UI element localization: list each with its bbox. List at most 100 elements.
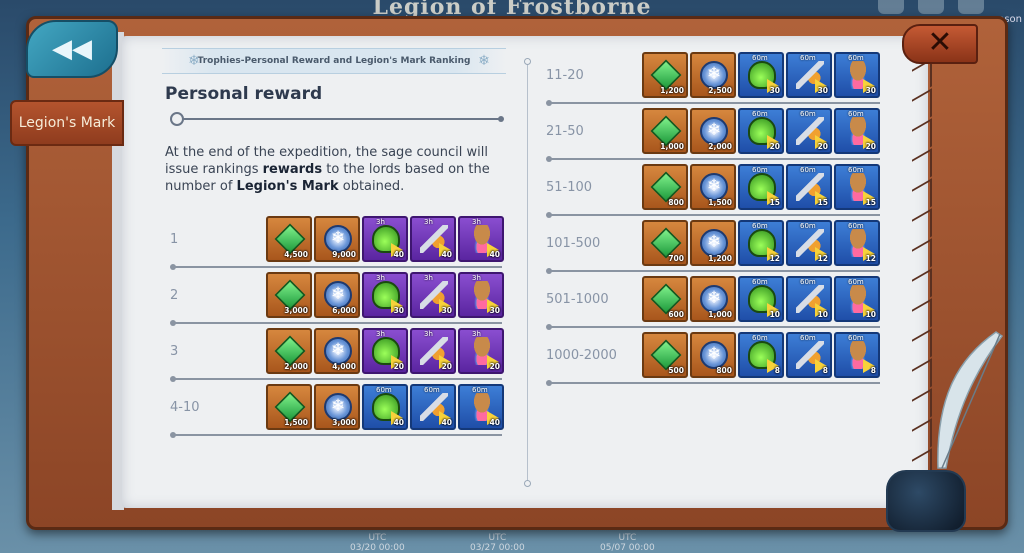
reward-item[interactable]: 600 — [642, 276, 688, 322]
reward-item[interactable]: 3h 30 — [410, 272, 456, 318]
row-divider — [170, 432, 502, 438]
reward-item[interactable]: 60m 10 — [834, 276, 880, 322]
reward-item[interactable]: 60m 30 — [834, 52, 880, 98]
quantity-label: 12 — [769, 254, 780, 263]
quantity-label: 6,000 — [332, 306, 356, 315]
reward-item[interactable]: 1,500 — [690, 164, 736, 210]
reward-item[interactable]: 3h 40 — [458, 216, 504, 262]
reward-item[interactable]: 3h 20 — [458, 328, 504, 374]
reward-item[interactable]: 9,000 — [314, 216, 360, 262]
quantity-label: 12 — [865, 254, 876, 263]
tab-legions-mark[interactable]: Legion's Mark — [10, 100, 124, 146]
reward-item[interactable]: 1,000 — [690, 276, 736, 322]
reward-item[interactable]: 60m 30 — [786, 52, 832, 98]
reward-item[interactable]: 500 — [642, 332, 688, 378]
quantity-label: 20 — [489, 362, 500, 371]
duration-label: 60m — [752, 278, 768, 286]
reward-item[interactable]: 6,000 — [314, 272, 360, 318]
ranking-row: 51-100 800 1,500 60m 15 60m 15 60m 15 — [546, 164, 882, 218]
top-menu-icon[interactable] — [958, 0, 984, 14]
reward-item[interactable]: 2,500 — [690, 52, 736, 98]
duration-label: 3h — [472, 330, 481, 338]
top-menu-icon[interactable] — [878, 0, 904, 14]
reward-item[interactable]: 60m 40 — [362, 384, 408, 430]
reward-item[interactable]: 800 — [642, 164, 688, 210]
reward-item[interactable]: 1,200 — [642, 52, 688, 98]
quantity-label: 40 — [441, 418, 452, 427]
quantity-label: 30 — [769, 86, 780, 95]
reward-item[interactable]: 60m 15 — [738, 164, 784, 210]
reward-item[interactable]: 60m 20 — [834, 108, 880, 154]
reward-item[interactable]: 800 — [690, 332, 736, 378]
duration-label: 60m — [424, 386, 440, 394]
rank-label: 101-500 — [546, 236, 601, 251]
reward-item[interactable]: 3,000 — [266, 272, 312, 318]
row-divider — [546, 100, 880, 106]
reward-item[interactable]: 60m 20 — [738, 108, 784, 154]
ranking-row: 1 4,500 9,000 3h 40 3h 40 3h 40 — [170, 216, 504, 270]
reward-item[interactable]: 3h 20 — [410, 328, 456, 374]
ranking-row: 4-10 1,500 3,000 60m 40 60m 40 60m 40 — [170, 384, 504, 438]
duration-label: 60m — [848, 334, 864, 342]
reward-item[interactable]: 2,000 — [266, 328, 312, 374]
reward-item[interactable]: 60m 30 — [738, 52, 784, 98]
duration-label: 60m — [752, 54, 768, 62]
reward-item[interactable]: 1,500 — [266, 384, 312, 430]
reward-item[interactable]: 60m 20 — [786, 108, 832, 154]
reward-items: 500 800 60m 8 60m 8 60m 8 — [642, 332, 880, 378]
reward-item[interactable]: 4,500 — [266, 216, 312, 262]
reward-item[interactable]: 3h 30 — [362, 272, 408, 318]
quantity-label: 40 — [489, 250, 500, 259]
reward-item[interactable]: 60m 10 — [738, 276, 784, 322]
reward-item[interactable]: 60m 12 — [834, 220, 880, 266]
reward-item[interactable]: 3h 20 — [362, 328, 408, 374]
reward-item[interactable]: 60m 12 — [786, 220, 832, 266]
quantity-label: 30 — [865, 86, 876, 95]
utc-timestamp: UTC 05/07 00:00 — [600, 533, 655, 553]
divider-dot — [524, 58, 531, 65]
reward-item[interactable]: 60m 10 — [786, 276, 832, 322]
quantity-label: 1,200 — [708, 254, 732, 263]
quantity-label: 15 — [769, 198, 780, 207]
reward-item[interactable]: 60m 15 — [786, 164, 832, 210]
reward-item[interactable]: 700 — [642, 220, 688, 266]
row-divider — [546, 212, 880, 218]
reward-item[interactable]: 3h 40 — [362, 216, 408, 262]
quantity-label: 10 — [817, 310, 828, 319]
quantity-label: 9,000 — [332, 250, 356, 259]
reward-item[interactable]: 60m 12 — [738, 220, 784, 266]
reward-item[interactable]: 3h 40 — [410, 216, 456, 262]
reward-items: 2,000 4,000 3h 20 3h 20 3h 20 — [266, 328, 504, 374]
duration-label: 3h — [376, 274, 385, 282]
reward-item[interactable]: 4,000 — [314, 328, 360, 374]
quill-icon — [937, 331, 1004, 469]
duration-label: 60m — [800, 54, 816, 62]
reward-item[interactable]: 2,000 — [690, 108, 736, 154]
duration-label: 60m — [800, 278, 816, 286]
reward-item[interactable]: 60m 8 — [834, 332, 880, 378]
reward-item[interactable]: 60m 40 — [458, 384, 504, 430]
duration-label: 60m — [752, 166, 768, 174]
reward-item[interactable]: 60m 8 — [786, 332, 832, 378]
reward-item[interactable]: 60m 40 — [410, 384, 456, 430]
duration-label: 3h — [472, 274, 481, 282]
close-button[interactable]: ✕ — [902, 24, 978, 64]
reward-item[interactable]: 1,200 — [690, 220, 736, 266]
reward-item[interactable]: 1,000 — [642, 108, 688, 154]
reward-item[interactable]: 60m 15 — [834, 164, 880, 210]
duration-label: 3h — [472, 218, 481, 226]
reward-item[interactable]: 60m 8 — [738, 332, 784, 378]
top-menu-icon[interactable] — [918, 0, 944, 14]
reward-item[interactable]: 3,000 — [314, 384, 360, 430]
reward-items: 800 1,500 60m 15 60m 15 60m 15 — [642, 164, 880, 210]
quantity-label: 30 — [393, 306, 404, 315]
duration-label: 60m — [376, 386, 392, 394]
duration-label: 60m — [800, 166, 816, 174]
reward-item[interactable]: 3h 30 — [458, 272, 504, 318]
quantity-label: 2,000 — [284, 362, 308, 371]
quantity-label: 700 — [668, 254, 684, 263]
snowflake-ornament-icon: ❄ — [188, 53, 200, 69]
quantity-label: 30 — [817, 86, 828, 95]
back-button[interactable]: ◀◀ — [26, 20, 118, 78]
coin-icon — [700, 341, 728, 369]
